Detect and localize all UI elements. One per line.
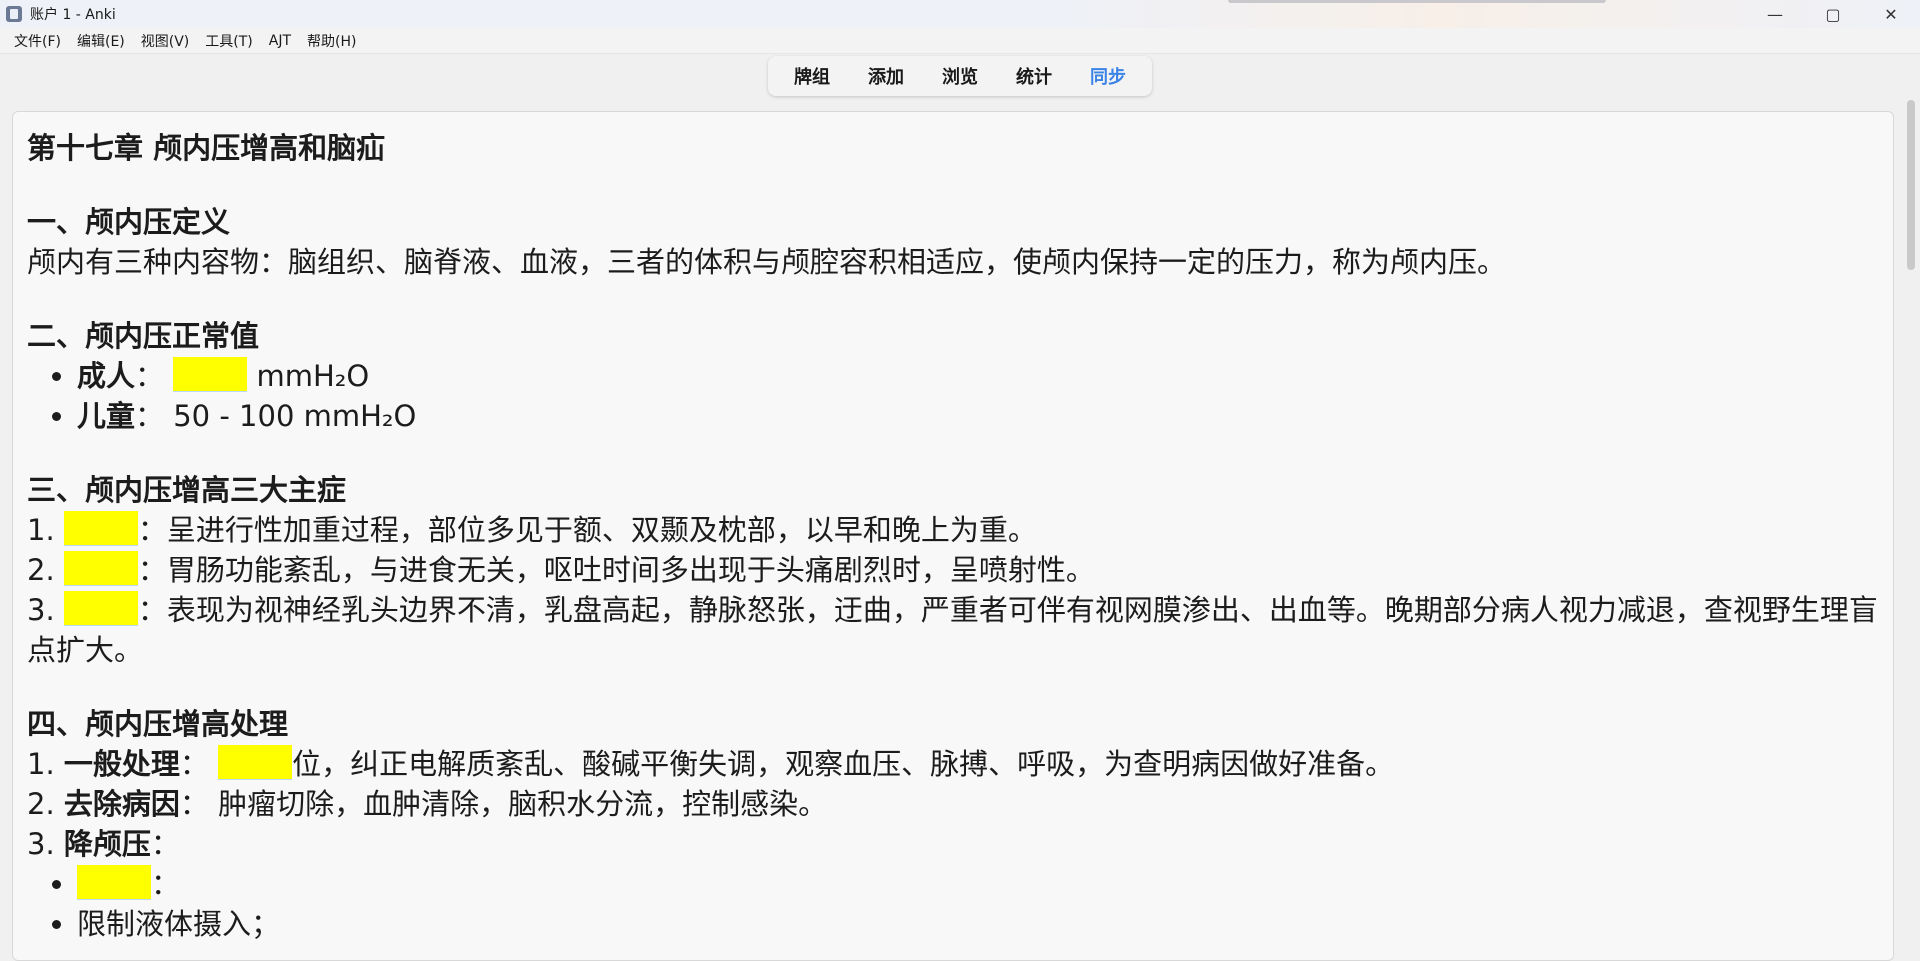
section-1-heading: 一、颅内压定义 [27,205,231,239]
main-toolbar: 牌组 添加 浏览 统计 同步 [768,56,1152,96]
menu-help[interactable]: 帮助(H) [299,31,364,51]
list-item: 2. ：胃肠功能紊乱，与进食无关，呕吐时间多出现于头痛剧烈时，呈喷射性。 [27,550,1879,590]
window-controls: — ▢ ✕ [1746,0,1920,28]
list-item: 3. ：表现为视神经乳头边界不清，乳盘高起，静脉怒张，迂曲，严重者可伴有视网膜渗… [27,590,1879,670]
item-text: ：表现为视神经乳头边界不清，乳盘高起，静脉怒张，迂曲，严重者可伴有视网膜渗出、出… [27,593,1878,667]
title-bar: 账户 1 - Anki — ▢ ✕ [0,0,1920,28]
menu-tools[interactable]: 工具(T) [197,31,260,51]
cloze-blank[interactable] [218,745,293,780]
window-title: 账户 1 - Anki [30,7,116,23]
section-2-heading: 二、颅内压正常值 [27,319,260,353]
title-bar-shadow [1228,0,1606,3]
section-1-text: 颅内有三种内容物：脑组织、脑脊液、血液，三者的体积与颅腔容积相适应，使颅内保持一… [27,245,1507,279]
toolbar-stats[interactable]: 统计 [997,63,1071,89]
list-item: 2. 去除病因： 肿瘤切除，血肿清除，脑积水分流，控制感染。 [27,787,828,821]
item-text: ：胃肠功能紊乱，与进食无关，呕吐时间多出现于头痛剧烈时，呈喷射性。 [137,553,1095,587]
menu-bar: 文件(F) 编辑(E) 视图(V) 工具(T) AJT 帮助(H) [0,28,1920,54]
item-text: 位，纠正电解质紊乱、酸碱平衡失调，观察血压、脉搏、呼吸，为查明病因做好准备。 [292,747,1395,781]
item-label: 降颅压 [63,827,151,861]
cloze-blank[interactable] [63,591,138,626]
toolbar-sync[interactable]: 同步 [1071,63,1145,89]
maximize-button[interactable]: ▢ [1804,0,1862,28]
list-item: 儿童： 50 - 100 mmH₂O [77,396,1879,436]
menu-view[interactable]: 视图(V) [133,31,198,51]
close-button[interactable]: ✕ [1862,0,1920,28]
item-label: 去除病因 [63,787,180,821]
menu-edit[interactable]: 编辑(E) [69,31,133,51]
adult-unit: mmH₂O [256,359,370,393]
toolbar-browse[interactable]: 浏览 [923,63,997,89]
cloze-blank[interactable] [173,357,248,392]
child-label: 儿童 [77,399,136,433]
sub-item-text: 限制液体摄入； [77,907,281,941]
child-value: 50 - 100 mmH₂O [173,399,417,433]
scrollbar-thumb[interactable] [1907,100,1915,270]
toolbar-decks[interactable]: 牌组 [775,63,849,89]
sub-item-text: ： [151,867,181,901]
item-number: 1. [27,513,55,547]
section-4-heading: 四、颅内压增高处理 [27,707,289,741]
toolbar-area: 牌组 添加 浏览 统计 同步 [0,54,1920,110]
section-3-heading: 三、颅内压增高三大主症 [27,473,347,507]
cloze-blank[interactable] [63,511,138,546]
anki-app-icon [6,6,22,22]
menu-ajt[interactable]: AJT [261,33,299,49]
menu-file[interactable]: 文件(F) [6,31,69,51]
lower-icp-list: ： 限制液体摄入； [27,864,1879,944]
item-number: 2. [27,787,55,821]
list-item: 成人： mmH₂O [77,356,1879,396]
item-text: ：呈进行性加重过程，部位多见于额、双颞及枕部，以早和晚上为重。 [137,513,1037,547]
list-item: ： [77,864,1879,904]
cloze-blank[interactable] [77,865,151,900]
item-number: 3. [27,593,55,627]
item-text: 肿瘤切除，血肿清除，脑积水分流，控制感染。 [218,787,828,821]
item-label: 一般处理 [63,747,180,781]
note-title: 第十七章 颅内压增高和脑疝 [27,131,386,165]
note-content: 第十七章 颅内压增高和脑疝 一、颅内压定义 颅内有三种内容物：脑组织、脑脊液、血… [27,128,1879,944]
list-item: 1. 一般处理： 位，纠正电解质紊乱、酸碱平衡失调，观察血压、脉搏、呼吸，为查明… [27,745,1395,781]
item-number: 2. [27,553,55,587]
normal-values-list: 成人： mmH₂O 儿童： 50 - 100 mmH₂O [27,356,1879,436]
list-item: 3. 降颅压： [27,827,180,861]
toolbar-add[interactable]: 添加 [849,63,923,89]
cloze-blank[interactable] [63,551,138,586]
review-card: 第十七章 颅内压增高和脑疝 一、颅内压定义 颅内有三种内容物：脑组织、脑脊液、血… [12,111,1894,961]
list-item: 1. ：呈进行性加重过程，部位多见于额、双颞及枕部，以早和晚上为重。 [27,510,1879,550]
vertical-scrollbar[interactable] [1902,96,1920,943]
item-number: 3. [27,827,55,861]
item-number: 1. [27,747,55,781]
adult-label: 成人 [77,359,136,393]
minimize-button[interactable]: — [1746,0,1804,28]
list-item: 限制液体摄入； [77,904,1879,944]
